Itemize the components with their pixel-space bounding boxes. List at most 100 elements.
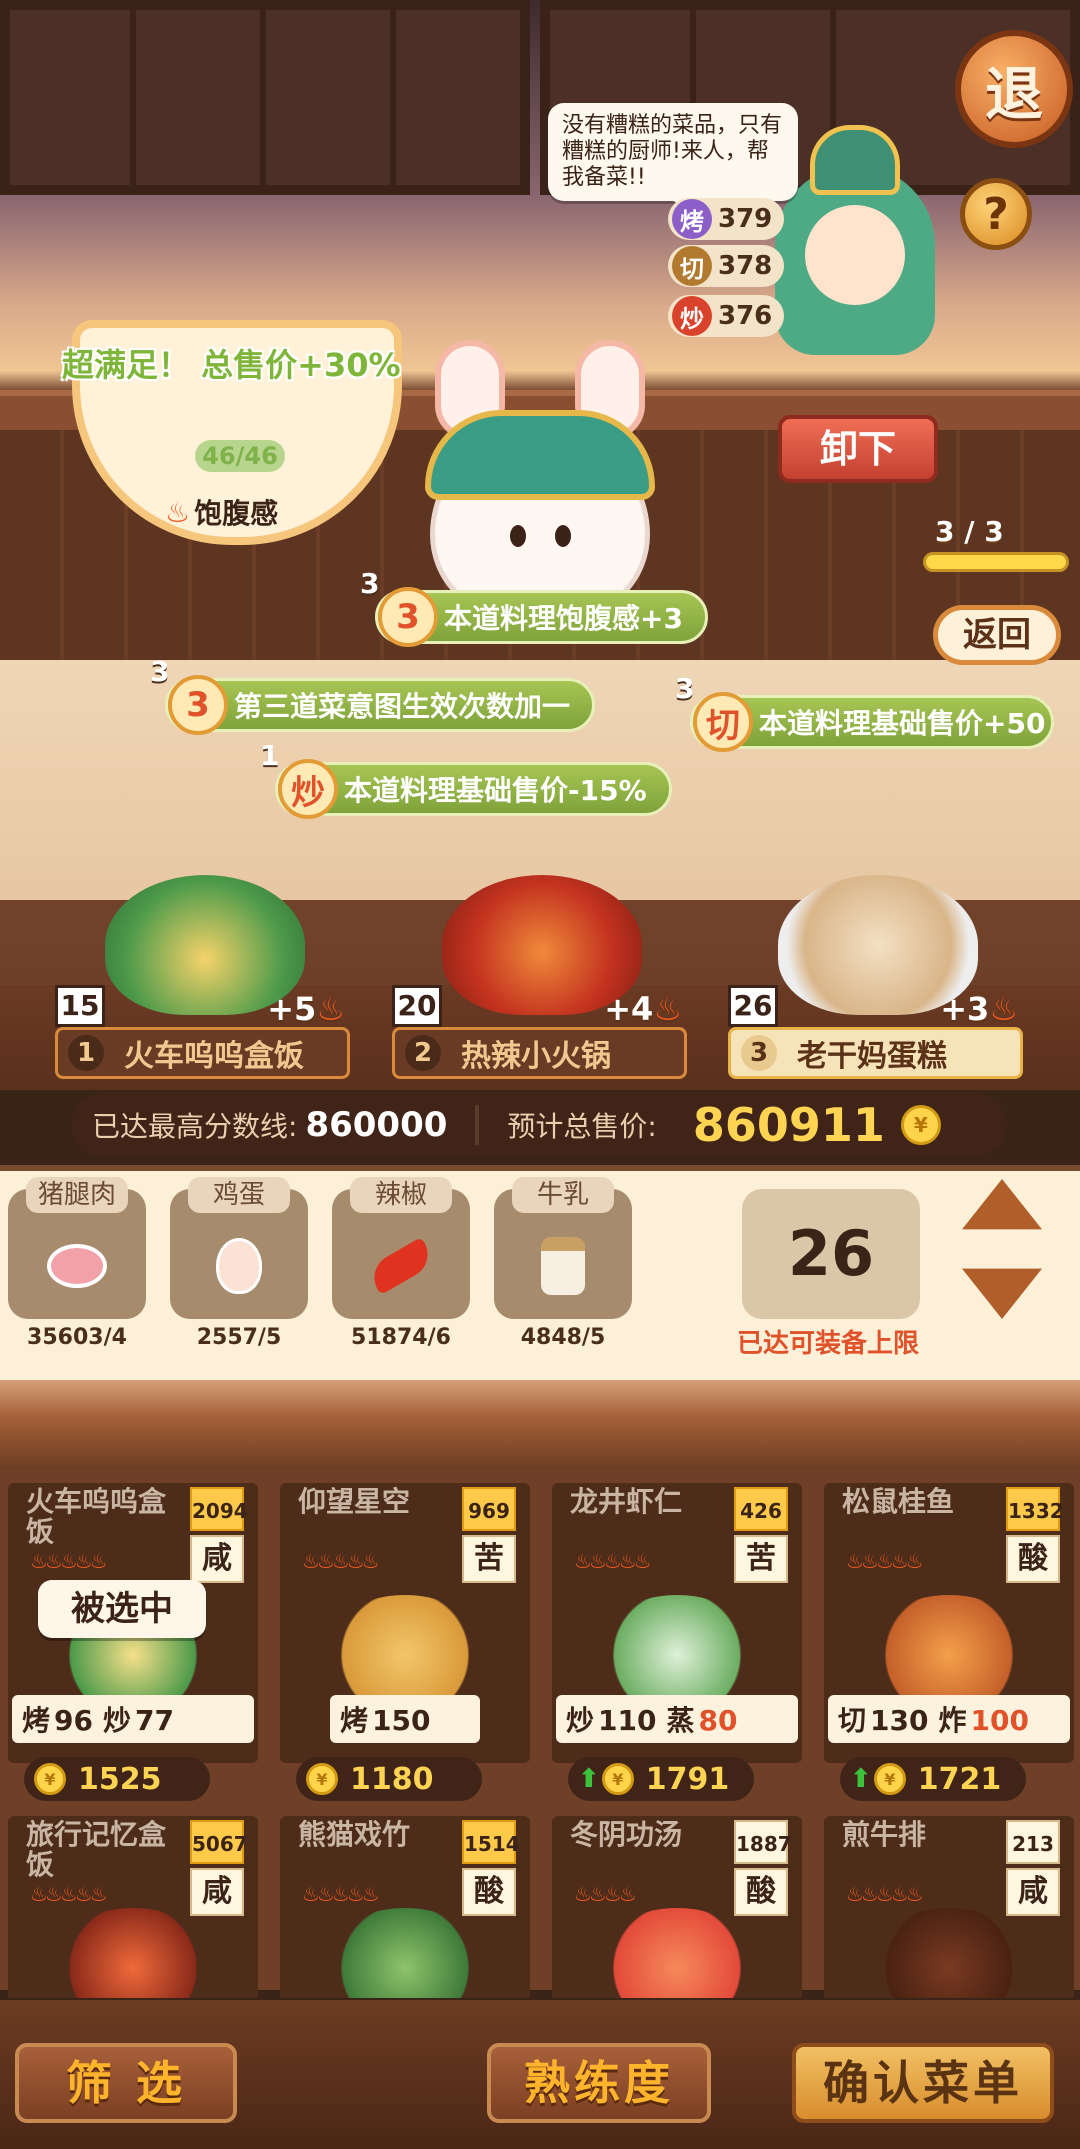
dish-nameplate: 1 火车呜呜盒饭 [55, 1027, 350, 1079]
ingredient-item[interactable]: 牛乳 4848/5 [494, 1177, 632, 1350]
effect-tag: 3 3 第三道菜意图生效次数加一 [150, 655, 596, 735]
coin-icon: ¥ [601, 1763, 634, 1795]
dish-name: 火车呜呜盒饭 [124, 1039, 304, 1074]
effect-text: 本道料理饱腹感+3 [444, 602, 683, 635]
recipe-name: 旅行记忆盒饭 [26, 1818, 167, 1881]
ingredient-qty: 4848/5 [520, 1325, 606, 1350]
ingredient-item[interactable]: 鸡蛋 2557/5 [170, 1177, 308, 1350]
rarity-flames-icon: ♨♨♨♨♨ [302, 1882, 380, 1906]
scroll-down-arrow-icon[interactable] [962, 1268, 1042, 1319]
wood-divider [0, 1380, 1080, 1470]
best-score-value: 860000 [305, 1105, 448, 1145]
confirm-menu-button[interactable]: 确认菜单 [792, 2043, 1054, 2123]
proficiency-button[interactable]: 熟练度 [487, 2043, 711, 2123]
recipe-card[interactable]: 煎牛排 ♨♨♨♨♨ 213 咸 [824, 1808, 1074, 1998]
window [0, 0, 530, 195]
dish-bonus-value: +5 [267, 990, 317, 1028]
slot-number: 1 [68, 1035, 104, 1071]
rarity-flames-icon: ♨♨♨♨ [574, 1882, 637, 1906]
unload-button[interactable]: 卸下 [778, 415, 938, 483]
equip-count: 26 [742, 1189, 920, 1319]
ingredient-qty: 51874/6 [351, 1325, 451, 1350]
score-bar: 已达最高分数线: 860000 预计总售价: 860911 ¥ [72, 1093, 1007, 1157]
dish-count: 20 [392, 985, 442, 1027]
cut-badge-icon: 切 [693, 692, 753, 752]
ingredient-name: 猪腿肉 [26, 1177, 128, 1213]
recipe-name: 冬阴功汤 [570, 1818, 683, 1851]
selected-indicator: 被选中 [38, 1580, 206, 1638]
effect-tag: 3 3 本道料理饱腹感+3 [360, 567, 708, 647]
slot-number: 2 [405, 1035, 441, 1071]
return-button[interactable]: 返回 [933, 605, 1061, 665]
taste-badge: 咸 [1006, 1868, 1060, 1916]
bunny-eye [555, 525, 571, 547]
skill-req: 蒸 80 [666, 1699, 737, 1739]
rarity-flames-icon: ♨♨♨♨♨ [574, 1549, 652, 1573]
ingredient-qty: 35603/4 [27, 1325, 127, 1350]
milk-icon [524, 1231, 602, 1301]
recipe-name: 松鼠桂鱼 [842, 1485, 955, 1518]
ham-icon [38, 1231, 116, 1301]
third-dish-badge-icon: 3 [168, 675, 228, 735]
effect-count: 3 [675, 672, 695, 705]
ingredient-item[interactable]: 猪腿肉 35603/4 [8, 1177, 146, 1350]
satiety-badge-icon: 3 [378, 587, 438, 647]
recipe-name: 熊猫戏竹 [298, 1818, 411, 1851]
retreat-button[interactable]: 退 [955, 30, 1073, 148]
chef-skill-stirfry: 炒 376 [668, 295, 784, 337]
recipe-name: 煎牛排 [842, 1818, 927, 1851]
dish-nameplate: 3 老干妈蛋糕 [728, 1027, 1023, 1079]
recipe-card[interactable]: 仰望星空 ♨♨♨♨♨ 969 苦 烤 150 ¥ 1180 [280, 1475, 530, 1801]
dish-bonus: +4♨ [604, 990, 682, 1028]
menu-slot-3[interactable]: 26 +3♨ 3 老干妈蛋糕 [728, 855, 1028, 1080]
filter-button[interactable]: 筛 选 [15, 2043, 237, 2123]
skill-value: 77 [135, 1704, 174, 1737]
chef-headdress [810, 125, 900, 195]
satiety-label: ♨ 饱腹感 [165, 494, 278, 531]
effect-count: 1 [260, 739, 280, 772]
rarity-flames-icon: ♨♨♨♨♨ [30, 1549, 108, 1573]
skill-requirements: 烤 96 炒 77 [12, 1695, 254, 1743]
rarity-flames-icon: ♨♨♨♨♨ [846, 1882, 924, 1906]
dish-bonus: +5♨ [267, 990, 345, 1028]
help-button[interactable]: ? [960, 178, 1032, 250]
price-value: 1180 [350, 1761, 434, 1797]
coin-icon: ¥ [900, 1105, 941, 1145]
skill-value: 96 [54, 1704, 93, 1737]
flame-icon: ♨ [165, 495, 191, 529]
flame-icon: ♨ [989, 990, 1018, 1028]
effect-tag: 3 切 本道料理基础售价+50 [675, 672, 1055, 752]
price-value: 1791 [645, 1761, 730, 1797]
recipe-score: 2094 [190, 1487, 248, 1531]
skill-name: 炒 [102, 1704, 131, 1737]
menu-slot-2[interactable]: 20 +4♨ 2 热辣小火锅 [392, 855, 692, 1080]
skill-value: 110 [598, 1704, 657, 1737]
recipe-card[interactable]: 旅行记忆盒饭 ♨♨♨♨♨ 5067 咸 [8, 1808, 258, 1998]
dish-count: 26 [728, 985, 778, 1027]
ingredient-item[interactable]: 辣椒 51874/6 [332, 1177, 470, 1350]
skill-name: 蒸 [666, 1704, 695, 1737]
recipe-card[interactable]: 熊猫戏竹 ♨♨♨♨♨ 1514 酸 [280, 1808, 530, 1998]
recipe-card[interactable]: 龙井虾仁 ♨♨♨♨♨ 426 苦 炒 110 蒸 80 ⬆ ¥ 1791 [552, 1475, 802, 1801]
bonus-banner: 超满足！ 总售价+30% [62, 346, 401, 384]
ingredient-box: 牛乳 [494, 1177, 632, 1319]
bunny-eye [510, 525, 526, 547]
speech-bubble: 没有糟糕的菜品，只有糟糕的厨师!来人，帮我备菜!! [548, 103, 798, 205]
recipe-card[interactable]: 冬阴功汤 ♨♨♨♨ 1887 酸 [552, 1808, 802, 1998]
skill-value: 100 [970, 1704, 1029, 1737]
chef-skill-value: 376 [718, 301, 773, 331]
coin-icon: ¥ [873, 1763, 906, 1795]
skill-req: 烤 96 [22, 1699, 93, 1739]
chef-face [805, 205, 905, 305]
dish-bonus: +3♨ [940, 990, 1018, 1028]
recipe-card[interactable]: 松鼠桂鱼 ♨♨♨♨♨ 1332 酸 切 130 炸 100 ⬆ ¥ 1721 [824, 1475, 1074, 1801]
coin-icon: ¥ [306, 1763, 338, 1795]
scroll-up-arrow-icon[interactable] [962, 1179, 1042, 1230]
dish-name: 老干妈蛋糕 [797, 1039, 947, 1074]
recipe-score: 5067 [190, 1820, 248, 1864]
recipe-name: 仰望星空 [298, 1485, 411, 1518]
skill-value: 80 [698, 1704, 738, 1737]
recipe-price: ¥ 1180 [296, 1757, 482, 1801]
divider [475, 1105, 480, 1145]
menu-slot-1[interactable]: 15 +5♨ 1 火车呜呜盒饭 [55, 855, 355, 1080]
